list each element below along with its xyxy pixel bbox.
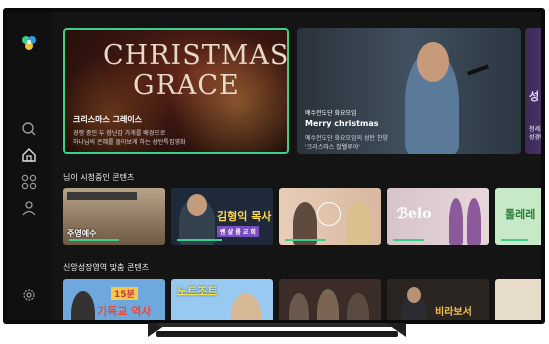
person-figure-3 (347, 293, 369, 320)
watching-progress-4 (393, 239, 424, 241)
hero-art-title-line2: GRACE (133, 70, 240, 101)
watching-thumb-3[interactable] (279, 188, 381, 245)
hero-card-merry-christmas[interactable]: 예수전도단 화요모임 Merry christmas 예수전도단 화요모임의 성… (297, 28, 521, 154)
sidebar (7, 12, 53, 320)
tv-stand (148, 323, 406, 337)
stand-top (158, 323, 396, 327)
home-icon[interactable] (20, 146, 38, 164)
recommend-thumb-1-text: 기독교 역사 (97, 305, 152, 318)
watching-thumb-2[interactable]: 김형익 목사 벤 샬 롬 교 회 (171, 188, 273, 245)
section-title-recommend: 신앙성장영역 맞춤 콘텐츠 (63, 263, 150, 272)
search-icon[interactable] (20, 120, 38, 138)
recommend-thumb-3[interactable] (279, 279, 381, 320)
singer-head (417, 42, 449, 82)
hero2-tag: 예수전도단 화요모임 (305, 110, 357, 117)
watching-thumb-4-text: ℬelo (397, 206, 432, 222)
recommend-thumb-4[interactable]: 비라보서 (387, 279, 489, 320)
singer-left-figure (449, 198, 463, 245)
settings-gear-icon[interactable] (20, 286, 38, 304)
hero3-big-text: 성 (529, 90, 540, 103)
watching-thumb-1-text: 주영예수 (67, 229, 97, 238)
tv-screen: CHRISTMAS GRACE 크리스마스 그레이스 경쟁 중인 두 장난감 가… (7, 12, 541, 320)
watching-thumb-5[interactable]: 톨레레 (495, 188, 541, 245)
hero3-line1: 청세기 (529, 126, 541, 133)
recommend-thumb-1[interactable]: 15분 기독교 역사 (63, 279, 165, 320)
speaker-head (187, 194, 207, 216)
hero-title: 크리스마스 그레이스 (73, 115, 143, 124)
hero2-title: Merry christmas (305, 119, 379, 128)
watching-progress-3 (285, 239, 326, 241)
hero-card-christmas-grace[interactable]: CHRISTMAS GRACE 크리스마스 그레이스 경쟁 중인 두 장난감 가… (63, 28, 289, 154)
watching-thumb-1[interactable]: 주영예수 (63, 188, 165, 245)
hero-description-line1: 경쟁 중인 두 장난감 가게를 배경으로 (73, 130, 166, 137)
recommend-thumb-2-text: 노트조트 (177, 285, 218, 298)
watching-thumb-5-text: 톨레레 (505, 208, 536, 221)
watching-progress-1 (69, 239, 119, 241)
presenter-figure (71, 291, 95, 320)
character-figure (231, 293, 261, 320)
guest-figure-right (347, 202, 371, 245)
recommend-thumb-1-badge: 15분 (111, 287, 138, 300)
recommend-thumb-2[interactable]: 노트조트 (171, 279, 273, 320)
singer-right-figure (467, 198, 481, 245)
stand-right-leg (386, 323, 406, 337)
watching-thumb-4[interactable]: ℬelo (387, 188, 489, 245)
hero2-description-line1: 예수전도단 화요모임의 성탄 찬양 (305, 135, 389, 142)
profile-icon[interactable] (20, 199, 38, 217)
recommend-thumb-5[interactable] (495, 279, 541, 320)
stand-bar (156, 331, 398, 337)
tv-bezel: CHRISTMAS GRACE 크리스마스 그레이스 경쟁 중인 두 장난감 가… (3, 8, 545, 324)
recommend-thumb-4-text: 비라보서 (435, 307, 472, 318)
person-figure-2 (317, 289, 339, 320)
watching-thumb-2-text: 김형익 목사 (217, 210, 272, 223)
person-figure-1 (289, 293, 309, 320)
watching-progress-5 (501, 239, 528, 241)
hero-art-title-line1: CHRISTMAS (103, 40, 289, 71)
app-logo-icon[interactable] (19, 34, 39, 52)
section-title-watching: 님이 시청중인 콘텐츠 (63, 173, 135, 182)
hero2-description-line2: '크리스마스 찰웰루야' (305, 144, 360, 151)
category-grid-icon[interactable] (20, 173, 38, 191)
circle-logo-icon (317, 202, 341, 226)
microphone-icon (466, 64, 490, 76)
speaker-head-2 (407, 287, 421, 303)
hero3-line2: 성경에 (529, 134, 541, 141)
hero-description-line2: 하나님의 은혜를 돌아보게 하는 성탄특집영화 (73, 139, 186, 146)
thumb-banner (67, 192, 137, 200)
watching-progress-2 (177, 239, 222, 241)
watching-thumb-2-sub: 벤 샬 롬 교 회 (217, 226, 259, 237)
hero-card-partial[interactable]: 오리 성 청세기 성경에 (525, 28, 541, 154)
